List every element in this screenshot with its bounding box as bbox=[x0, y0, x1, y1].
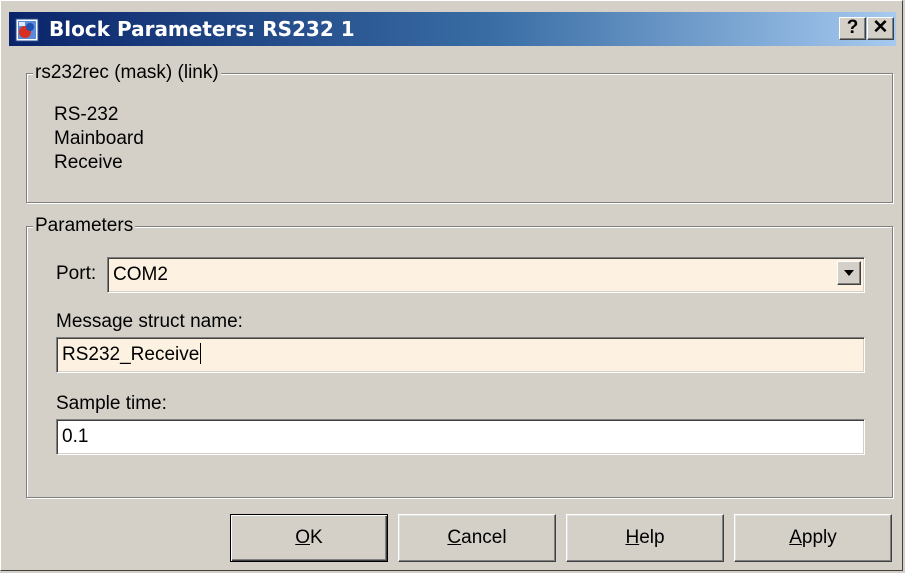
ok-button[interactable]: OK bbox=[230, 514, 388, 562]
port-dropdown-button[interactable] bbox=[837, 261, 861, 285]
help-button[interactable]: Help bbox=[566, 514, 724, 562]
mask-group-legend: rs232rec (mask) (link) bbox=[33, 62, 221, 84]
title-bar[interactable]: Block Parameters: RS232 1 ? ✕ bbox=[9, 12, 896, 46]
ok-mnemonic: O bbox=[295, 527, 311, 548]
question-mark-icon: ? bbox=[846, 17, 859, 38]
apply-mnemonic: A bbox=[789, 527, 802, 548]
description-line-1: RS-232 bbox=[54, 104, 119, 125]
ok-label-rest: K bbox=[310, 527, 323, 548]
sample-time-label: Sample time: bbox=[56, 393, 167, 414]
port-value: COM2 bbox=[113, 264, 168, 285]
title-close-button[interactable]: ✕ bbox=[867, 17, 894, 40]
apply-label-rest: pply bbox=[801, 527, 837, 548]
block-parameters-dialog: Block Parameters: RS232 1 ? ✕ rs232rec (… bbox=[0, 0, 903, 571]
simulink-block-icon bbox=[15, 18, 39, 42]
cancel-button[interactable]: Cancel bbox=[398, 514, 556, 562]
description-line-3: Receive bbox=[54, 152, 123, 173]
sample-time-input[interactable]: 0.1 bbox=[56, 419, 865, 455]
description-line-2: Mainboard bbox=[54, 128, 144, 149]
title-help-button[interactable]: ? bbox=[839, 17, 866, 40]
chevron-down-icon bbox=[844, 270, 854, 276]
help-mnemonic: H bbox=[625, 527, 640, 548]
close-icon: ✕ bbox=[872, 17, 889, 38]
message-struct-name-label: Message struct name: bbox=[56, 311, 243, 332]
apply-button[interactable]: Apply bbox=[734, 514, 892, 562]
mask-description-group: rs232rec (mask) (link) RS-232 Mainboard … bbox=[26, 62, 893, 203]
port-label: Port: bbox=[56, 263, 97, 284]
port-dropdown[interactable]: COM2 bbox=[107, 257, 865, 293]
help-label-rest: elp bbox=[639, 527, 665, 548]
parameters-group-legend: Parameters bbox=[33, 215, 136, 237]
text-cursor bbox=[200, 343, 202, 364]
sample-time-value: 0.1 bbox=[62, 426, 89, 447]
cancel-label-rest: ancel bbox=[461, 527, 507, 548]
message-struct-name-value: RS232_Receive bbox=[62, 343, 202, 365]
window-title: Block Parameters: RS232 1 bbox=[49, 17, 355, 41]
message-struct-name-input[interactable]: RS232_Receive bbox=[56, 337, 865, 373]
cancel-mnemonic: C bbox=[447, 527, 462, 548]
